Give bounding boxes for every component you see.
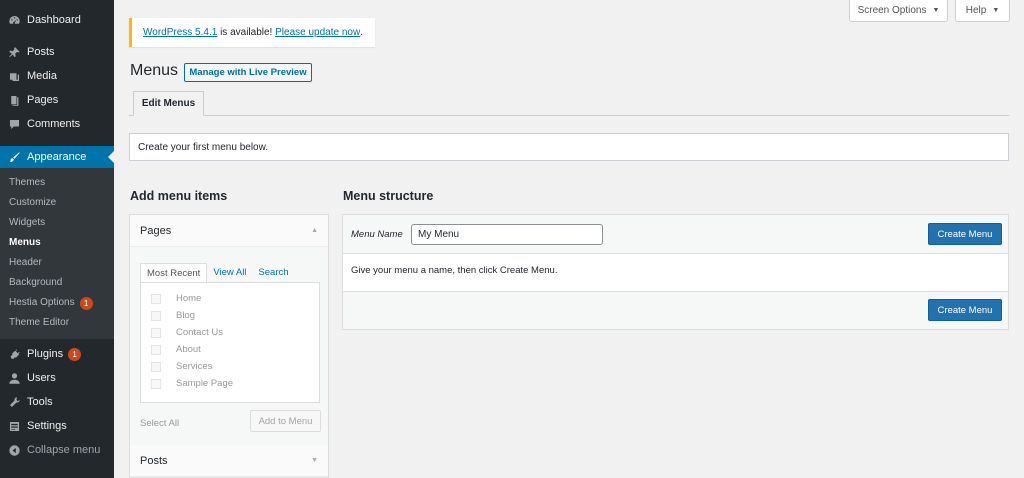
caret-up-icon: ▲ — [311, 227, 318, 234]
create-menu-button[interactable]: Create Menu — [928, 223, 1002, 245]
add-menu-items-heading: Add menu items — [130, 189, 228, 203]
menu-name-input[interactable] — [411, 224, 603, 245]
page-checkbox[interactable] — [151, 293, 161, 304]
sidebar-item-label: Pages — [27, 94, 59, 106]
list-item: Services — [151, 358, 319, 375]
add-to-menu-button[interactable]: Add to Menu — [250, 410, 321, 432]
sidebar-item-posts[interactable]: Posts — [0, 40, 114, 64]
create-menu-button-footer[interactable]: Create Menu — [928, 299, 1002, 321]
submenu-item-menus[interactable]: Menus — [0, 233, 114, 253]
sidebar-item-label: Media — [27, 70, 57, 82]
submenu-item-themes[interactable]: Themes — [0, 173, 114, 193]
dashboard-icon — [8, 14, 21, 27]
sidebar-item-label: Posts — [27, 46, 55, 58]
plugin-icon — [8, 348, 21, 361]
list-item: Home — [151, 290, 319, 307]
sidebar-item-plugins[interactable]: Plugins 1 — [0, 342, 114, 366]
update-notice: WordPress 5.4.1 is available! Please upd… — [129, 18, 375, 47]
add-items-accordion: Pages ▲ Most Recent View All Search Home… — [129, 214, 329, 478]
screen-options-button[interactable]: Screen Options ▼ — [849, 0, 948, 22]
wrench-icon — [8, 396, 21, 409]
sidebar-item-users[interactable]: Users — [0, 366, 114, 390]
submenu-item-widgets[interactable]: Widgets — [0, 213, 114, 233]
collapse-menu-button[interactable]: Collapse menu — [0, 438, 114, 462]
sidebar-item-label: Appearance — [27, 151, 87, 163]
sidebar-item-tools[interactable]: Tools — [0, 390, 114, 414]
sidebar-item-label: Users — [27, 372, 56, 384]
submenu-item-header[interactable]: Header — [0, 253, 114, 273]
sidebar-item-media[interactable]: Media — [0, 64, 114, 88]
sidebar-item-label: Settings — [27, 420, 67, 432]
page-title: Menus — [130, 62, 179, 79]
caret-down-icon: ▼ — [932, 7, 940, 14]
menu-header: Menu Name Create Menu — [343, 215, 1008, 254]
submenu-item-theme-editor[interactable]: Theme Editor — [0, 313, 114, 333]
page-checkbox[interactable] — [151, 344, 161, 355]
sidebar-item-dashboard[interactable]: Dashboard — [0, 8, 114, 32]
list-item: About — [151, 341, 319, 358]
menu-name-label: Menu Name — [351, 229, 403, 240]
tab-most-recent[interactable]: Most Recent — [140, 263, 208, 284]
caret-down-icon: ▼ — [311, 457, 318, 464]
update-now-link[interactable]: Please update now — [275, 27, 360, 38]
tab-view-all[interactable]: View All — [207, 263, 252, 284]
help-button[interactable]: Help ▼ — [955, 0, 1010, 22]
collapse-label: Collapse menu — [27, 444, 101, 456]
menu-help-text: Give your menu a name, then click Create… — [351, 265, 558, 276]
submenu-item-hestia-options[interactable]: Hestia Options 1 — [0, 293, 114, 313]
select-all-link[interactable]: Select All — [140, 418, 179, 429]
sidebar-item-label: Plugins — [27, 348, 64, 360]
menu-footer: Create Menu — [343, 291, 1008, 329]
list-item: Contact Us — [151, 324, 319, 341]
caret-down-icon: ▼ — [992, 7, 1000, 14]
appearance-submenu: Themes Customize Widgets Menus Header Ba… — [0, 168, 114, 339]
update-count-badge: 1 — [68, 347, 82, 361]
comment-icon — [8, 118, 21, 131]
sidebar-item-label: Tools — [27, 396, 53, 408]
info-message: Create your first menu below. — [129, 133, 1009, 161]
pin-icon — [8, 46, 21, 59]
tab-search[interactable]: Search — [252, 263, 294, 284]
pages-icon — [8, 94, 21, 107]
sidebar-item-label: Dashboard — [27, 14, 81, 26]
users-icon — [8, 372, 21, 385]
pages-accordion-body: Most Recent View All Search Home Blog Co… — [130, 247, 328, 445]
settings-icon — [8, 420, 21, 433]
admin-sidebar: Dashboard Posts Media Pages Comments App… — [0, 0, 114, 478]
page-checkbox[interactable] — [151, 361, 161, 372]
sidebar-item-settings[interactable]: Settings — [0, 414, 114, 438]
pages-tabs: Most Recent View All Search — [140, 263, 295, 284]
sidebar-item-comments[interactable]: Comments — [0, 112, 114, 136]
list-item: Sample Page — [151, 375, 319, 392]
page-checkbox[interactable] — [151, 327, 161, 338]
page-checkbox[interactable] — [151, 378, 161, 389]
submenu-item-customize[interactable]: Customize — [0, 193, 114, 213]
brush-icon — [8, 151, 21, 164]
sidebar-item-appearance[interactable]: Appearance — [0, 146, 114, 168]
posts-accordion-header[interactable]: Posts ▼ — [130, 445, 328, 477]
tab-edit-menus[interactable]: Edit Menus — [133, 91, 204, 116]
submenu-item-background[interactable]: Background — [0, 273, 114, 293]
wordpress-version-link[interactable]: WordPress 5.4.1 — [143, 27, 217, 38]
update-count-badge: 1 — [79, 296, 93, 310]
menu-structure-heading: Menu structure — [343, 189, 434, 203]
menu-structure-box: Menu Name Create Menu Give your menu a n… — [342, 214, 1009, 330]
pages-accordion-header[interactable]: Pages ▲ — [130, 215, 328, 247]
page-checkbox[interactable] — [151, 310, 161, 321]
list-item: Blog — [151, 307, 319, 324]
pages-checklist: Home Blog Contact Us About Services Samp… — [140, 282, 320, 403]
live-preview-button[interactable]: Manage with Live Preview — [184, 63, 312, 82]
collapse-icon — [8, 444, 21, 457]
sidebar-item-pages[interactable]: Pages — [0, 88, 114, 112]
media-icon — [8, 70, 21, 83]
sidebar-item-label: Comments — [27, 118, 81, 130]
tab-divider — [129, 115, 1009, 116]
